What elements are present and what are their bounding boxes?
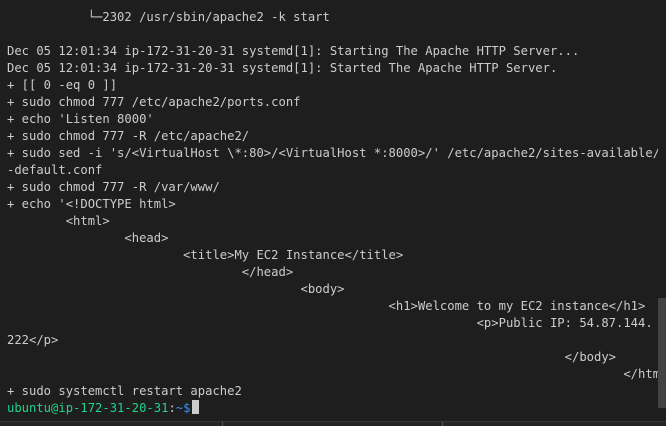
divider-tick — [442, 422, 443, 426]
output-line: + sudo systemctl restart apache2 — [7, 384, 242, 398]
output-line: + echo '<!DOCTYPE html> — [7, 197, 176, 211]
output-line: Dec 05 12:01:34 ip-172-31-20-31 systemd[… — [7, 44, 580, 58]
output-line: <p>Public IP: 54.87.144. — [7, 316, 653, 330]
output-line: + sudo chmod 777 -R /var/www/ — [7, 180, 220, 194]
scrollbar-track[interactable] — [658, 0, 666, 426]
output-line: </body> — [7, 350, 617, 364]
output-line: <html> — [7, 214, 110, 228]
output-line: + echo 'Listen 8000' — [7, 112, 154, 126]
shell-prompt[interactable]: ubuntu@ip-172-31-20-31:~$ — [7, 400, 200, 417]
output-line: -default.conf — [7, 163, 103, 177]
output-line: + sudo chmod 777 /etc/apache2/ports.conf — [7, 95, 301, 109]
text-cursor — [192, 400, 200, 414]
output-line: 222</p> — [7, 333, 59, 347]
prompt-separator: : — [168, 401, 176, 415]
divider-tick — [222, 422, 223, 426]
output-line: </head> — [7, 265, 294, 279]
output-line: + [[ 0 -eq 0 ]] — [7, 78, 118, 92]
prompt-user-host: ubuntu@ip-172-31-20-31 — [7, 401, 169, 415]
output-line: Dec 05 12:01:34 ip-172-31-20-31 systemd[… — [7, 61, 558, 75]
scrollbar-thumb[interactable] — [658, 298, 666, 408]
output-line: <body> — [7, 282, 345, 296]
output-line: <head> — [7, 231, 169, 245]
prompt-path: ~$ — [175, 401, 191, 415]
output-line: └─2302 /usr/sbin/apache2 -k start — [7, 10, 330, 24]
terminal-output[interactable]: └─2302 /usr/sbin/apache2 -k start Dec 05… — [0, 0, 658, 426]
output-line: + sudo sed -i 's/<VirtualHost \*:80>/<Vi… — [7, 146, 658, 160]
output-line: <h1>Welcome to my EC2 instance</h1> — [7, 299, 646, 313]
output-line: + sudo chmod 777 -R /etc/apache2/ — [7, 129, 250, 143]
output-line: </html>' — [7, 367, 658, 381]
panel-bottom-edge — [0, 421, 666, 426]
output-line: <title>My EC2 Instance</title> — [7, 248, 404, 262]
